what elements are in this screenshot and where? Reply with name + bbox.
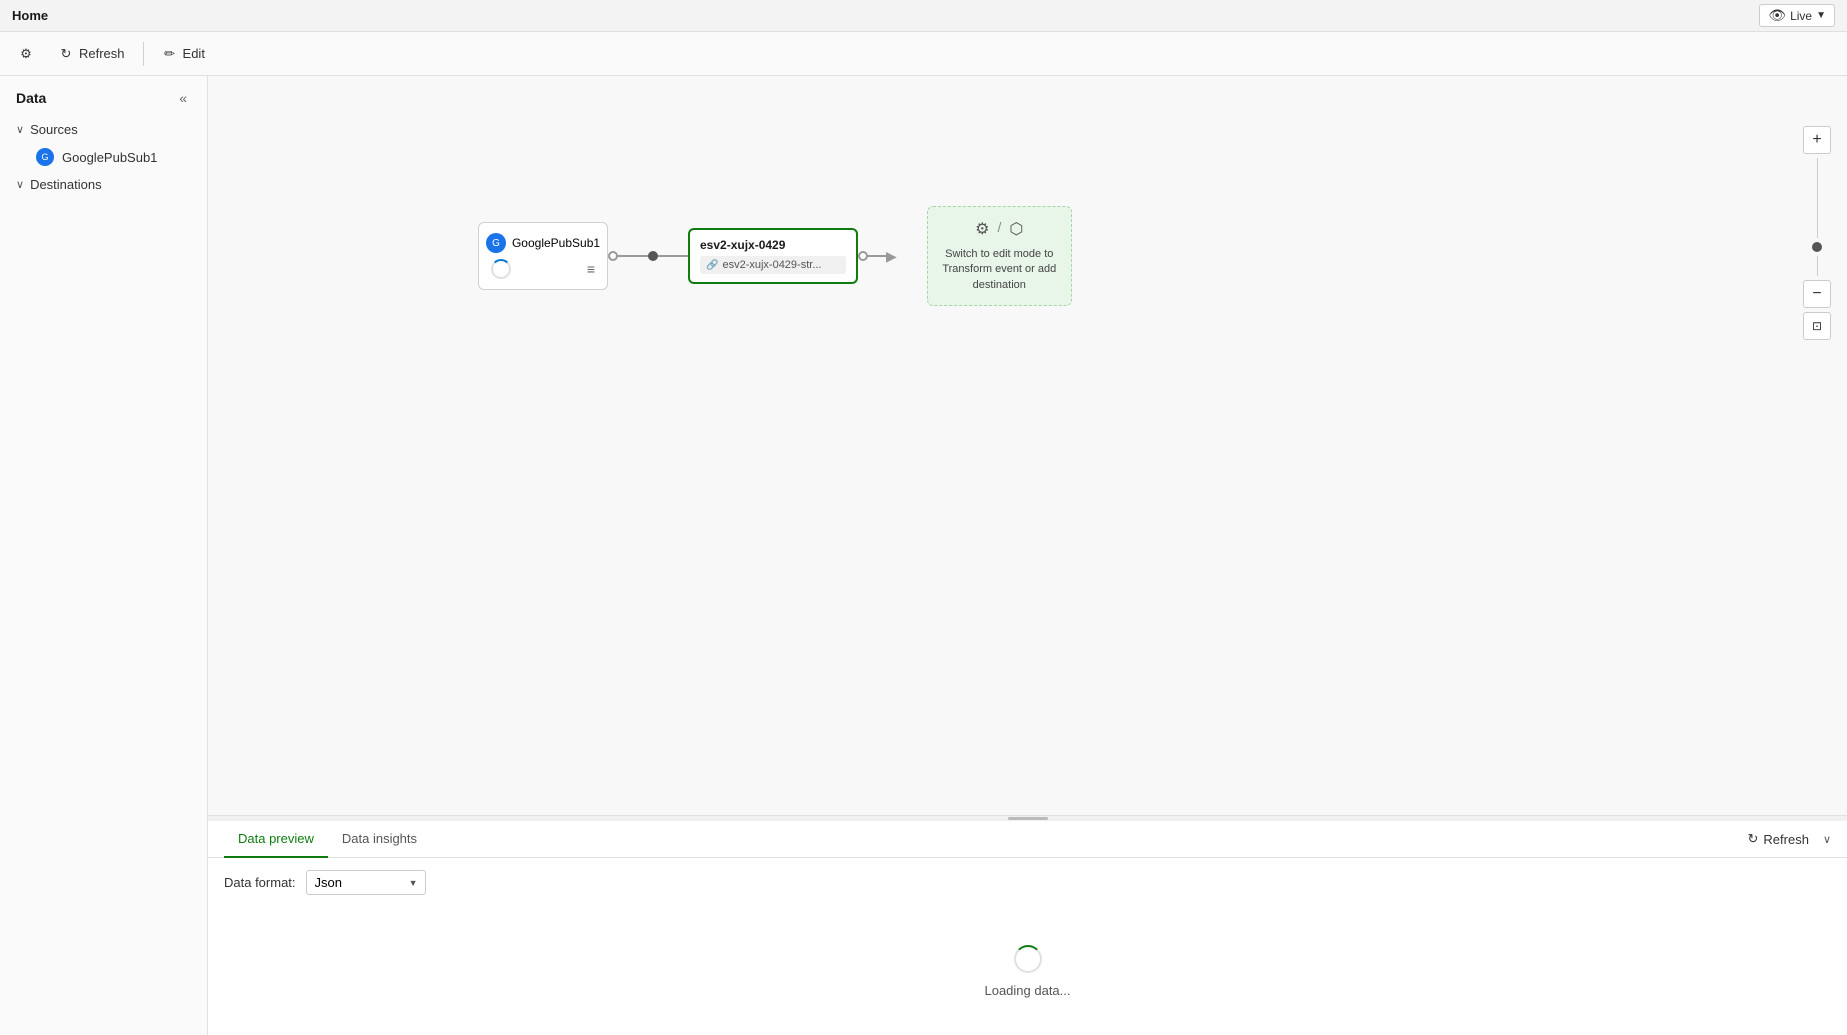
eventstream-node[interactable]: esv2-xujx-0429 🔗 esv2-xujx-0429-str... xyxy=(688,228,858,284)
link-icon: 🔗 xyxy=(706,260,718,271)
edit-icon: ✏ xyxy=(162,46,178,62)
connector-dot-start xyxy=(608,251,618,261)
destination-hint-node[interactable]: ⚙ / ⬡ Switch to edit mode to Transform e… xyxy=(927,206,1072,306)
resize-handle xyxy=(1008,817,1048,820)
bottom-content: Data format: Json CSV Parquet Loading da… xyxy=(208,858,1847,1035)
loading-text: Loading data... xyxy=(984,983,1070,998)
pipeline-area: G GooglePubSub1 ≡ xyxy=(478,206,1072,306)
sidebar-header: Data « xyxy=(0,76,207,116)
zoom-slider-handle[interactable] xyxy=(1812,242,1822,252)
zoom-out-button[interactable]: − xyxy=(1803,280,1831,308)
toolbar: ⚙ ↻ Refresh ✏ Edit xyxy=(0,32,1847,76)
loading-area: Loading data... xyxy=(224,915,1831,1028)
live-label: Live xyxy=(1790,9,1812,23)
app-title: Home xyxy=(12,8,48,23)
source-node-name: GooglePubSub1 xyxy=(512,236,600,250)
edit-label: Edit xyxy=(183,46,205,61)
eventstream-node-subtitle: esv2-xujx-0429-str... xyxy=(722,259,821,271)
zoom-in-button[interactable]: + xyxy=(1803,126,1831,154)
sources-section-header[interactable]: ∨ Sources xyxy=(8,116,199,143)
tab-data-insights[interactable]: Data insights xyxy=(328,821,431,858)
sidebar-item-googlepubsub1[interactable]: G GooglePubSub1 xyxy=(8,143,199,171)
collapse-icon: « xyxy=(179,90,187,106)
data-format-label: Data format: xyxy=(224,875,296,890)
connector-line-1 xyxy=(618,255,648,257)
bottom-refresh-icon: ↻ xyxy=(1748,831,1759,847)
canvas[interactable]: G GooglePubSub1 ≡ xyxy=(208,76,1847,815)
export-icon: ⬡ xyxy=(1009,219,1023,239)
source-node-header: G GooglePubSub1 xyxy=(486,233,600,253)
connector-1 xyxy=(608,251,688,261)
canvas-container: G GooglePubSub1 ≡ xyxy=(208,76,1847,1035)
zoom-slider-track-2 xyxy=(1817,256,1818,276)
destinations-label: Destinations xyxy=(30,177,102,192)
zoom-controls: + − ⊡ xyxy=(1803,126,1831,340)
destinations-chevron-icon: ∨ xyxy=(16,178,24,191)
bottom-tab-actions: ↻ Refresh ∨ xyxy=(1738,826,1832,852)
source-node-icon: G xyxy=(486,233,506,253)
slash-icon: / xyxy=(998,219,1002,239)
eventstream-node-title: esv2-xujx-0429 xyxy=(700,238,846,252)
source-item-label: GooglePubSub1 xyxy=(62,150,157,165)
connector-dot-end xyxy=(858,251,868,261)
refresh-label: Refresh xyxy=(79,46,125,61)
sources-chevron-icon: ∨ xyxy=(16,123,24,136)
bottom-panel: Data preview Data insights ↻ Refresh ∨ D… xyxy=(208,815,1847,1035)
sources-label: Sources xyxy=(30,122,78,137)
data-format-select[interactable]: Json CSV Parquet xyxy=(306,870,426,895)
tab-data-preview[interactable]: Data preview xyxy=(224,821,328,858)
top-bar: Home 👁 Live ▼ xyxy=(0,0,1847,32)
live-dropdown-icon: ▼ xyxy=(1816,10,1826,21)
main-layout: Data « ∨ Sources G GooglePubSub1 ∨ Desti… xyxy=(0,76,1847,1035)
bottom-tabs: Data preview Data insights ↻ Refresh ∨ xyxy=(208,821,1847,858)
bottom-refresh-chevron[interactable]: ∨ xyxy=(1823,833,1831,846)
fit-icon: ⊡ xyxy=(1812,319,1822,333)
source-node-spinner xyxy=(491,259,511,279)
destinations-section-header[interactable]: ∨ Destinations xyxy=(8,171,199,198)
sources-section: ∨ Sources G GooglePubSub1 xyxy=(0,116,207,171)
destination-hint-text: Switch to edit mode to Transform event o… xyxy=(940,247,1059,293)
connector-dot-mid xyxy=(648,251,658,261)
source-node[interactable]: G GooglePubSub1 ≡ xyxy=(478,222,608,290)
live-badge[interactable]: 👁 Live ▼ xyxy=(1759,4,1835,27)
settings-icon: ⚙ xyxy=(18,46,34,62)
zoom-plus-icon: + xyxy=(1812,131,1821,149)
eye-icon: 👁 xyxy=(1768,7,1786,24)
sidebar-title: Data xyxy=(16,90,46,106)
zoom-slider-track xyxy=(1817,158,1818,238)
refresh-button[interactable]: ↻ Refresh xyxy=(48,41,135,67)
zoom-minus-icon: − xyxy=(1812,285,1821,303)
data-format-row: Data format: Json CSV Parquet xyxy=(224,870,1831,895)
loading-spinner xyxy=(1014,945,1042,973)
settings-button[interactable]: ⚙ xyxy=(8,41,44,67)
zoom-fit-button[interactable]: ⊡ xyxy=(1803,312,1831,340)
gear-icon: ⚙ xyxy=(975,219,989,239)
data-format-select-wrapper: Json CSV Parquet xyxy=(306,870,426,895)
connector-line-2 xyxy=(658,255,688,257)
destination-hint-icons: ⚙ / ⬡ xyxy=(975,219,1023,239)
destinations-section: ∨ Destinations xyxy=(0,171,207,198)
sidebar: Data « ∨ Sources G GooglePubSub1 ∨ Desti… xyxy=(0,76,208,1035)
source-icon-google: G xyxy=(36,148,54,166)
toolbar-separator xyxy=(143,42,144,66)
refresh-icon: ↻ xyxy=(58,46,74,62)
connector-2: ▶ xyxy=(858,248,897,265)
connector-line-3 xyxy=(868,255,888,257)
bottom-refresh-button[interactable]: ↻ Refresh xyxy=(1738,826,1819,852)
eventstream-node-sub: 🔗 esv2-xujx-0429-str... xyxy=(700,256,846,274)
edit-button[interactable]: ✏ Edit xyxy=(152,41,215,67)
bottom-refresh-label: Refresh xyxy=(1763,832,1809,847)
sidebar-collapse-button[interactable]: « xyxy=(175,88,191,108)
source-node-menu-icon[interactable]: ≡ xyxy=(587,261,595,277)
